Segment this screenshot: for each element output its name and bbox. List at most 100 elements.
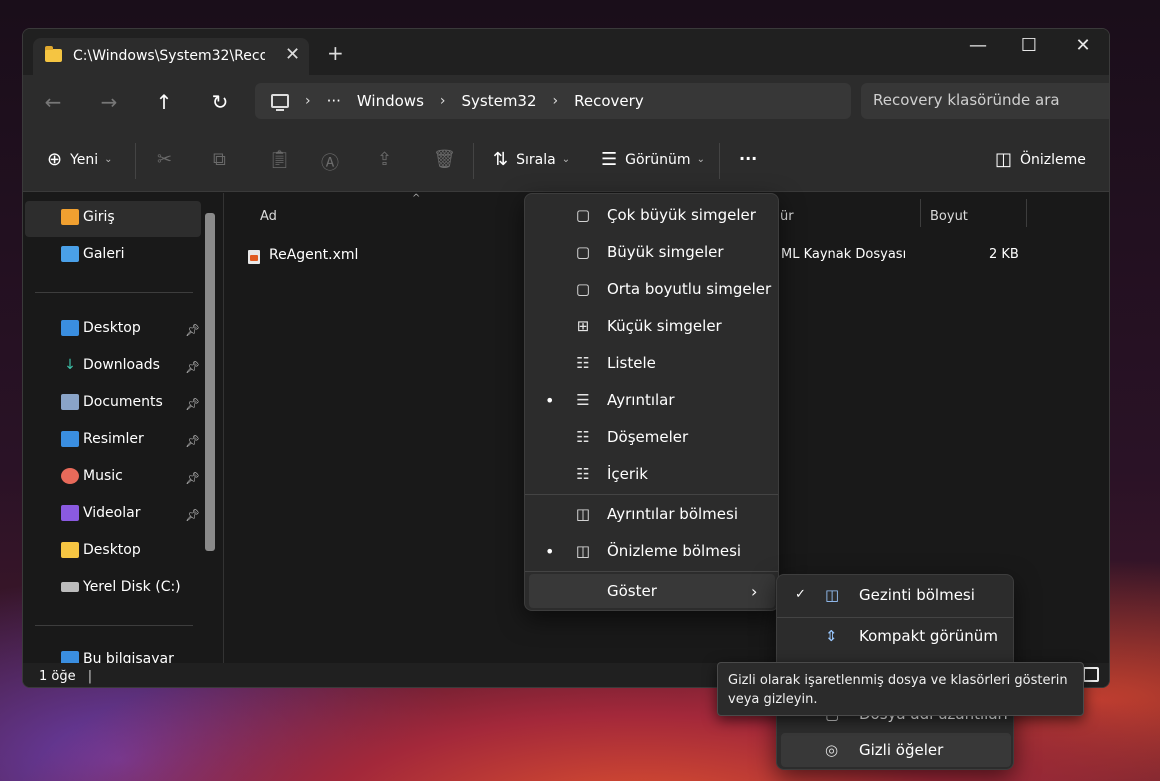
paste-icon[interactable]: 📋︎ xyxy=(268,149,291,170)
menu-item-list[interactable]: ☷ Listele xyxy=(525,345,778,381)
file-type: ML Kaynak Dosyası xyxy=(781,247,907,262)
folder-icon xyxy=(45,46,62,62)
sidebar-item-downloads[interactable]: ↓ Downloads xyxy=(61,357,160,373)
navigation-pane-icon: ◫ xyxy=(825,586,840,604)
menu-item-compact-view[interactable]: ⇕ Kompakt görünüm xyxy=(777,619,1013,655)
sidebar-item-local-disk[interactable]: Yerel Disk (C:) xyxy=(61,579,181,595)
menu-item-hidden-items[interactable]: ◎ Gizli öğeler xyxy=(781,733,1011,767)
delete-icon[interactable]: 🗑︎ xyxy=(433,149,456,170)
computer-icon[interactable] xyxy=(271,94,289,111)
view-button[interactable]: ☰ Görünüm ⌄ xyxy=(601,149,705,170)
copy-icon[interactable]: ⧉ xyxy=(213,149,226,170)
details-pane-icon: ◫ xyxy=(575,505,591,523)
new-button[interactable]: ⊕ Yeni ⌄ xyxy=(47,149,113,170)
menu-item-label: Önizleme bölmesi xyxy=(607,542,742,560)
sidebar-divider xyxy=(35,292,193,293)
menu-item-content[interactable]: ☷ İçerik xyxy=(525,456,778,492)
sidebar-item-videos[interactable]: Videolar xyxy=(61,505,140,521)
refresh-button[interactable]: ↻ xyxy=(208,90,232,114)
sort-arrow-icon: ^ xyxy=(412,193,421,204)
preview-button[interactable]: ◫ Önizleme xyxy=(995,149,1086,170)
close-button[interactable]: ✕ xyxy=(1068,35,1098,56)
menu-divider xyxy=(525,494,778,495)
tab-recovery[interactable]: C:\Windows\System32\Recovery ✕ xyxy=(33,38,309,75)
menu-item-label: Döşemeler xyxy=(607,428,689,446)
status-divider: | xyxy=(87,669,93,684)
sidebar-item-desktop-folder[interactable]: Desktop xyxy=(61,542,141,558)
minimize-button[interactable]: — xyxy=(963,35,993,56)
menu-item-navigation-pane[interactable]: ✓ ◫ Gezinti bölmesi xyxy=(777,578,1013,614)
menu-item-label: Gezinti bölmesi xyxy=(859,586,975,604)
menu-item-details[interactable]: • ☰ Ayrıntılar xyxy=(525,382,778,418)
command-bar: ⊕ Yeni ⌄ ✂ ⧉ 📋︎ Ⓐ ⇪ 🗑︎ ⇅ Sırala ⌄ ☰ Görü… xyxy=(23,129,1109,192)
pin-icon[interactable]: 📌︎ xyxy=(185,434,200,448)
sidebar-item-documents[interactable]: Documents xyxy=(61,394,163,410)
chevron-down-icon: ⌄ xyxy=(104,154,113,165)
column-divider xyxy=(1026,199,1027,227)
more-options-button[interactable]: ··· xyxy=(739,149,757,168)
view-icon: ☰ xyxy=(601,149,618,170)
address-bar: ← → ↑ ↻ › ··· Windows › System32 › Recov… xyxy=(23,75,1109,129)
pin-icon[interactable]: 📌︎ xyxy=(185,508,200,522)
menu-item-label: İçerik xyxy=(607,465,648,483)
column-header-size[interactable]: Boyut xyxy=(930,209,968,224)
pin-icon[interactable]: 📌︎ xyxy=(185,360,200,374)
check-icon: ✓ xyxy=(795,587,806,602)
home-icon xyxy=(61,209,79,225)
toolbar-divider xyxy=(719,143,720,179)
search-input[interactable]: Recovery klasöründe ara xyxy=(861,83,1109,119)
list-icon: ☷ xyxy=(576,354,590,372)
rename-icon[interactable]: Ⓐ xyxy=(321,149,339,175)
sidebar-item-pictures[interactable]: Resimler xyxy=(61,431,144,447)
pin-icon[interactable]: 📌︎ xyxy=(185,471,200,485)
sort-button[interactable]: ⇅ Sırala ⌄ xyxy=(493,149,570,170)
sidebar-item-label: Videolar xyxy=(83,505,141,521)
tab-close-icon[interactable]: ✕ xyxy=(285,44,300,65)
menu-item-label: Ayrıntılar xyxy=(607,391,675,409)
desktop-icon xyxy=(61,320,79,336)
item-count: 1 öğe xyxy=(39,669,76,684)
menu-item-large-icons[interactable]: ▢ Büyük simgeler xyxy=(525,234,778,270)
sidebar-item-label: Desktop xyxy=(83,320,141,336)
sidebar-item-label: Documents xyxy=(83,394,163,410)
column-header-name[interactable]: Ad xyxy=(260,209,277,224)
forward-button[interactable]: → xyxy=(97,90,121,114)
menu-item-show[interactable]: Göster › xyxy=(529,574,775,608)
breadcrumb-system32[interactable]: System32 xyxy=(462,92,537,110)
tiles-view-icon[interactable] xyxy=(1083,667,1099,682)
new-tab-button[interactable]: + xyxy=(327,41,344,65)
sidebar-item-desktop[interactable]: Desktop xyxy=(61,320,141,336)
cut-icon[interactable]: ✂ xyxy=(157,149,172,170)
back-button[interactable]: ← xyxy=(41,90,65,114)
menu-item-preview-pane[interactable]: • ◫ Önizleme bölmesi xyxy=(525,533,778,569)
breadcrumb-recovery[interactable]: Recovery xyxy=(574,92,644,110)
sidebar-scrollbar[interactable] xyxy=(205,213,215,551)
sidebar-item-music[interactable]: Music xyxy=(61,468,123,484)
sidebar-item-this-pc[interactable]: Bu bilgisayar xyxy=(61,651,174,663)
preview-pane-icon: ◫ xyxy=(995,149,1013,170)
pin-icon[interactable]: 📌︎ xyxy=(185,323,200,337)
maximize-button[interactable]: ☐ xyxy=(1014,35,1044,56)
breadcrumb-windows[interactable]: Windows xyxy=(357,92,424,110)
pictures-icon xyxy=(61,431,79,447)
file-size: 2 KB xyxy=(989,247,1019,262)
sidebar-item-label: Bu bilgisayar xyxy=(83,651,174,663)
share-icon[interactable]: ⇪ xyxy=(377,149,392,170)
breadcrumb[interactable]: › ··· Windows › System32 › Recovery xyxy=(255,83,851,119)
menu-item-medium-icons[interactable]: ▢ Orta boyutlu simgeler xyxy=(525,271,778,307)
chevron-right-icon: › xyxy=(305,93,311,109)
up-button[interactable]: ↑ xyxy=(152,90,176,114)
breadcrumb-more[interactable]: ··· xyxy=(327,92,341,110)
menu-item-tiles[interactable]: ☷ Döşemeler xyxy=(525,419,778,455)
menu-item-label: Kompakt görünüm xyxy=(859,627,998,645)
sidebar-item-gallery[interactable]: Galeri xyxy=(61,246,125,262)
menu-item-details-pane[interactable]: ◫ Ayrıntılar bölmesi xyxy=(525,496,778,532)
menu-item-label: Çok büyük simgeler xyxy=(607,206,756,224)
sidebar-item-home[interactable]: Giriş xyxy=(61,209,115,225)
menu-item-small-icons[interactable]: ⊞ Küçük simgeler xyxy=(525,308,778,344)
menu-item-extra-large-icons[interactable]: ▢ Çok büyük simgeler xyxy=(525,197,778,233)
pin-icon[interactable]: 📌︎ xyxy=(185,397,200,411)
sidebar-item-label: Desktop xyxy=(83,542,141,558)
tab-title: C:\Windows\System32\Recovery xyxy=(73,48,265,64)
column-header-type[interactable]: ür xyxy=(780,209,794,224)
